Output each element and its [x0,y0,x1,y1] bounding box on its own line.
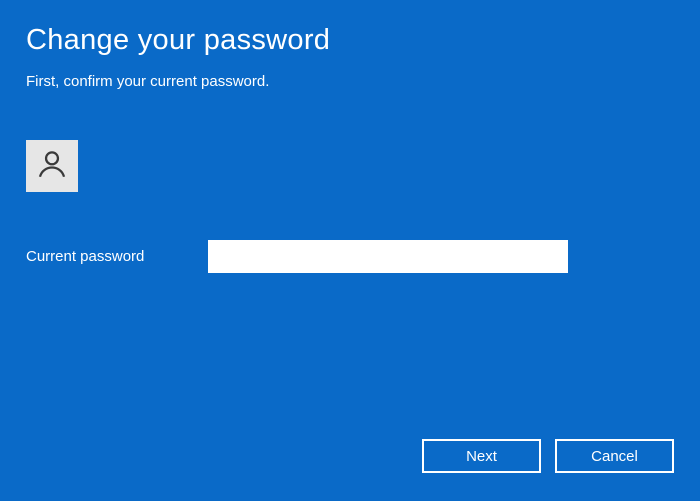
page-subtitle: First, confirm your current password. [26,73,674,90]
current-password-row: Current password [26,240,674,273]
current-password-label: Current password [26,248,208,265]
button-row: Next Cancel [422,439,674,473]
current-password-input[interactable] [208,240,568,273]
next-button[interactable]: Next [422,439,541,473]
user-icon [35,147,69,186]
user-avatar [26,140,78,192]
page-title: Change your password [26,24,674,57]
cancel-button[interactable]: Cancel [555,439,674,473]
